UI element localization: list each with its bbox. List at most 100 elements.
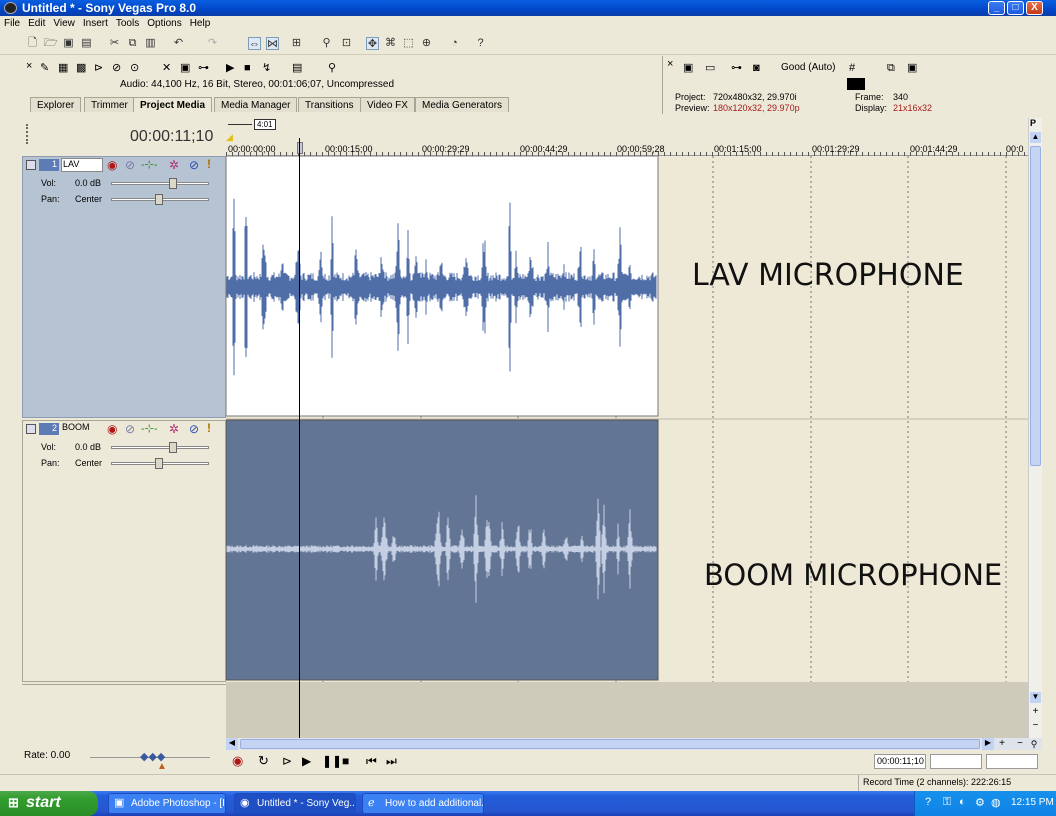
- preview-quality-dropdown[interactable]: Good (Auto): [781, 62, 835, 73]
- go-to-end-icon[interactable]: ⏭: [386, 755, 397, 767]
- minimize-button[interactable]: _: [988, 1, 1005, 15]
- task-browser[interactable]: ℯ How to add additional...: [362, 793, 484, 814]
- menu-insert[interactable]: Insert: [79, 16, 112, 29]
- rate-reset-icon[interactable]: ▲: [157, 761, 167, 772]
- video-fx-icon[interactable]: ⊶: [731, 62, 742, 74]
- open-icon[interactable]: 🗁: [44, 37, 58, 50]
- track-name-field[interactable]: LAV: [61, 158, 103, 172]
- horizontal-scrollbar[interactable]: ◀ ▶ + − ⚲: [226, 738, 1042, 750]
- tab-trimmer[interactable]: Trimmer: [84, 97, 135, 112]
- hscroll-thumb[interactable]: [240, 739, 980, 749]
- auto-preview-icon[interactable]: ↯: [262, 62, 271, 74]
- automation-icon[interactable]: ✲: [169, 158, 179, 172]
- search-media-icon[interactable]: ⊙: [130, 62, 139, 74]
- pan-slider-knob[interactable]: [155, 458, 163, 469]
- scroll-right-icon[interactable]: ▶: [982, 738, 994, 750]
- save-icon[interactable]: ▣: [62, 37, 75, 50]
- arm-record-icon[interactable]: ◉: [107, 422, 117, 436]
- views-icon[interactable]: ▤: [292, 62, 302, 74]
- update-tray-icon[interactable]: ◍: [991, 796, 1001, 809]
- selection-tool-icon[interactable]: ⬚: [402, 37, 415, 50]
- stop-preview-icon[interactable]: ■: [244, 62, 251, 74]
- tab-media-generators[interactable]: Media Generators: [415, 97, 510, 112]
- play-preview-icon[interactable]: ▶: [226, 62, 234, 74]
- volume-tray-icon[interactable]: ◐: [959, 796, 966, 808]
- scroll-left-icon[interactable]: ◀: [226, 738, 238, 750]
- track-fx-icon[interactable]: -⊹-: [141, 158, 158, 171]
- track-header-lav[interactable]: 1 LAV ◉ ⊘ -⊹- ✲ ⊘ ! Vol: 0.0 dB Pan: Cen…: [22, 156, 226, 418]
- media-properties-icon[interactable]: ▣: [180, 62, 190, 74]
- remove-unused-icon[interactable]: ⊘: [112, 62, 121, 74]
- media-fx-icon[interactable]: ⊶: [198, 62, 209, 74]
- zoom-out-time-icon[interactable]: −: [1014, 738, 1026, 750]
- close-pane-icon[interactable]: ×: [26, 60, 32, 72]
- help-tray-icon[interactable]: ?: [925, 796, 931, 808]
- zoom-in-time-icon[interactable]: +: [996, 738, 1008, 750]
- vertical-scrollbar[interactable]: P ▲ ▼ + −: [1028, 118, 1042, 738]
- import-media-icon[interactable]: ✎: [40, 62, 49, 74]
- track-area[interactable]: LAV MICROPHONE BOOM MICROPHONE: [226, 156, 1028, 682]
- empty-track-header-area[interactable]: [22, 684, 226, 738]
- transport-timecode[interactable]: 00:00:11;10: [874, 754, 926, 769]
- new-icon[interactable]: 🗋: [26, 37, 39, 50]
- tab-video-fx[interactable]: Video FX: [360, 97, 415, 112]
- scroll-thumb[interactable]: [1030, 146, 1041, 466]
- mute-icon[interactable]: ⊘: [189, 422, 199, 436]
- save-snapshot-icon[interactable]: ▣: [907, 62, 917, 74]
- title-bar[interactable]: Untitled * - Sony Vegas Pro 8.0 _ □ X: [0, 0, 1056, 16]
- menu-tools[interactable]: Tools: [112, 16, 143, 29]
- solo-icon[interactable]: !: [207, 421, 211, 435]
- track-header-boom[interactable]: 2 BOOM ◉ ⊘ -⊹- ✲ ⊘ ! Vol: 0.0 dB Pan: Ce…: [22, 420, 226, 682]
- track-minimize-icon[interactable]: [26, 424, 36, 434]
- arm-record-icon[interactable]: ◉: [107, 158, 117, 172]
- undo-icon[interactable]: ↶: [172, 37, 185, 50]
- automation-icon[interactable]: ✲: [169, 422, 179, 436]
- marker-flag-icon[interactable]: ◢: [226, 132, 233, 143]
- delete-media-icon[interactable]: ✕: [162, 62, 171, 74]
- copy-snapshot-icon[interactable]: ⧉: [887, 62, 895, 74]
- grip-handle[interactable]: [26, 124, 29, 144]
- track-minimize-icon[interactable]: [26, 160, 36, 170]
- lock-envelopes-icon[interactable]: ⚲: [320, 37, 333, 50]
- go-to-start-icon[interactable]: ⏮: [366, 755, 377, 767]
- loop-playback-icon[interactable]: ↻: [258, 754, 269, 767]
- start-button[interactable]: ⊞ start: [0, 791, 98, 816]
- zoom-tool-icon[interactable]: ⊕: [420, 37, 433, 50]
- tab-media-manager[interactable]: Media Manager: [214, 97, 298, 112]
- copy-icon[interactable]: ⧉: [126, 37, 139, 50]
- menu-view[interactable]: View: [49, 16, 79, 29]
- envelope-tool-icon[interactable]: ⌘: [384, 37, 397, 50]
- tab-explorer[interactable]: Explorer: [30, 97, 82, 112]
- capture-video-icon[interactable]: ▦: [58, 62, 68, 74]
- zoom-out-track-icon[interactable]: −: [1030, 720, 1041, 731]
- zoom-in-track-icon[interactable]: +: [1030, 706, 1041, 717]
- cut-icon[interactable]: ✂: [108, 37, 121, 50]
- snapping-icon[interactable]: ⇔: [248, 37, 261, 50]
- scroll-down-icon[interactable]: ▼: [1030, 692, 1041, 703]
- menu-file[interactable]: File: [0, 16, 24, 29]
- scroll-up-icon[interactable]: ▲: [1030, 132, 1041, 143]
- split-screen-icon[interactable]: ◙: [753, 62, 760, 74]
- maximize-button[interactable]: □: [1007, 1, 1024, 15]
- track-name-field[interactable]: BOOM: [61, 422, 103, 436]
- tab-project-media[interactable]: Project Media: [133, 97, 213, 112]
- stop-icon[interactable]: ■: [342, 755, 349, 767]
- task-vegas[interactable]: ◉ Untitled * - Sony Veg...: [234, 793, 356, 814]
- pan-slider-knob[interactable]: [155, 194, 163, 205]
- ignore-grouping-icon[interactable]: ⊡: [340, 37, 353, 50]
- solo-icon[interactable]: !: [207, 157, 211, 171]
- security-tray-icon[interactable]: ⚙: [975, 796, 985, 809]
- volume-slider-knob[interactable]: [169, 178, 177, 189]
- external-monitor-icon[interactable]: ▭: [705, 62, 715, 74]
- record-icon[interactable]: ◉: [232, 754, 243, 767]
- volume-slider-track[interactable]: [111, 446, 209, 449]
- ripple-edit-icon[interactable]: ⊞: [290, 37, 303, 50]
- invert-phase-icon[interactable]: ⊘: [125, 422, 135, 436]
- volume-slider-track[interactable]: [111, 182, 209, 185]
- close-button[interactable]: X: [1026, 1, 1043, 15]
- volume-slider-knob[interactable]: [169, 442, 177, 453]
- zoom-tool-icon[interactable]: ⚲: [1028, 738, 1040, 750]
- menu-options[interactable]: Options: [143, 16, 185, 29]
- paste-icon[interactable]: ▥: [144, 37, 157, 50]
- selection-start-field[interactable]: [930, 754, 982, 769]
